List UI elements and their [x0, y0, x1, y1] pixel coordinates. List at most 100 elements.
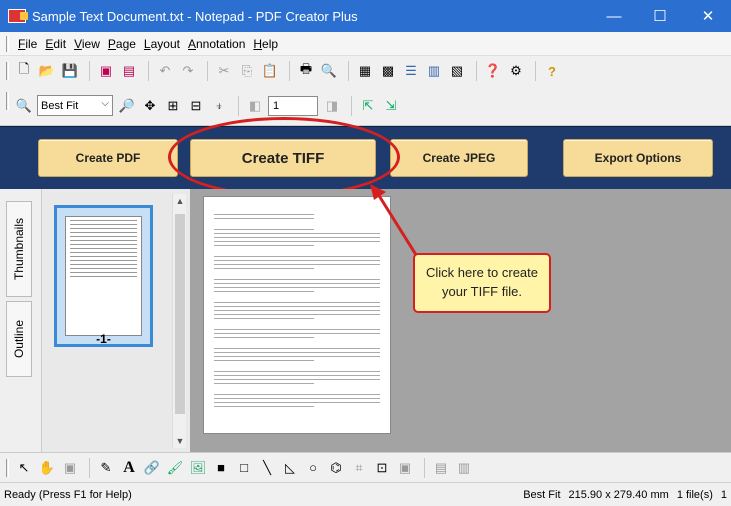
attachment-icon[interactable]: ▣: [395, 458, 415, 478]
rectangle-icon[interactable]: □: [234, 458, 254, 478]
separator: [535, 61, 536, 81]
note-icon[interactable]: ⊡: [372, 458, 392, 478]
status-bar: Ready (Press F1 for Help) Best Fit 215.9…: [0, 482, 731, 506]
undo-icon[interactable]: ↶: [155, 61, 175, 81]
menu-view[interactable]: View: [74, 37, 100, 51]
separator: [148, 61, 149, 81]
stamp-icon[interactable]: ▣: [60, 458, 80, 478]
separator: [289, 61, 290, 81]
ellipse-icon[interactable]: ○: [303, 458, 323, 478]
text-icon[interactable]: A: [119, 458, 139, 478]
help-topics-icon[interactable]: ❓: [483, 61, 503, 81]
page-thumbnail[interactable]: [54, 205, 153, 347]
scroll-down-icon[interactable]: ▼: [173, 436, 187, 446]
separator: [238, 95, 239, 116]
status-page-size: 215.90 x 279.40 mm: [568, 488, 669, 501]
menu-edit[interactable]: Edit: [45, 37, 66, 51]
side-tabs: Thumbnails Outline: [0, 189, 42, 452]
zoom-in-icon[interactable]: 🔎: [117, 96, 137, 116]
move-page-up-icon[interactable]: ⇱: [358, 96, 378, 116]
zoom-toolbar: 🔍 Best Fit ⌵ 🔎 ✥ ⊞ ⊟ ⍖ ◧ 1 ◨ ⇱ ⇲: [0, 86, 731, 126]
toolbar-grip: [6, 92, 9, 110]
save-icon[interactable]: 💾: [60, 61, 80, 81]
separator: [424, 457, 425, 478]
scrollbar-thumb[interactable]: [175, 214, 185, 414]
about-icon[interactable]: ?: [542, 61, 562, 81]
status-text: Ready (Press F1 for Help): [4, 488, 132, 501]
status-page-number: 1: [720, 488, 727, 501]
menu-file[interactable]: File: [18, 37, 37, 51]
paste-icon[interactable]: 📋: [260, 61, 280, 81]
tab-outline[interactable]: Outline: [6, 301, 32, 377]
open-folder-icon[interactable]: 📂: [37, 61, 57, 81]
tab-outline-label: Outline: [12, 319, 26, 359]
thumbnail-label: -1-: [96, 332, 111, 346]
page-number-input[interactable]: 1: [268, 95, 318, 116]
hand-icon[interactable]: ✋: [37, 458, 57, 478]
tiles-view-icon[interactable]: ▩: [378, 61, 398, 81]
menu-layout[interactable]: Layout: [144, 37, 180, 51]
polygon-icon[interactable]: ◺: [280, 458, 300, 478]
separator: [351, 95, 352, 116]
minimize-button[interactable]: —: [591, 0, 637, 32]
thumbnail-page-preview: [65, 216, 142, 336]
maximize-button[interactable]: ☐: [637, 0, 683, 32]
zoom-select[interactable]: Best Fit ⌵: [37, 95, 113, 116]
annotation-properties-icon[interactable]: ▤: [431, 458, 451, 478]
link-icon[interactable]: 🔗: [142, 458, 162, 478]
toolbar-grip: [6, 62, 9, 80]
freeform-icon[interactable]: ⌬: [326, 458, 346, 478]
export-icon[interactable]: ▤: [119, 61, 139, 81]
details-view-icon[interactable]: ▥: [424, 61, 444, 81]
tab-thumbnails[interactable]: Thumbnails: [6, 201, 32, 297]
title-bar: Sample Text Document.txt - Notepad - PDF…: [0, 0, 731, 32]
print-preview-icon[interactable]: 🔍: [319, 61, 339, 81]
status-file-count: 1 file(s): [676, 488, 713, 501]
separator: [348, 61, 349, 81]
fit-width-icon[interactable]: ⊟: [186, 96, 206, 116]
separator: [89, 61, 90, 81]
thumbnail-scrollbar[interactable]: ▲ ▼: [172, 194, 186, 448]
pan-icon[interactable]: ✥: [140, 96, 160, 116]
highlighter-icon[interactable]: 🖌: [165, 458, 185, 478]
fit-height-icon[interactable]: ⍖: [209, 96, 229, 116]
scroll-up-icon[interactable]: ▲: [173, 196, 187, 206]
filled-rectangle-icon[interactable]: ■: [211, 458, 231, 478]
next-page-icon[interactable]: ◨: [322, 96, 342, 116]
move-page-down-icon[interactable]: ⇲: [381, 96, 401, 116]
panel-view-icon[interactable]: ▧: [447, 61, 467, 81]
delete-annotation-icon[interactable]: ▥: [454, 458, 474, 478]
menu-page[interactable]: Page: [108, 37, 136, 51]
create-jpeg-button[interactable]: Create JPEG: [390, 139, 528, 177]
fit-page-icon[interactable]: ⊞: [163, 96, 183, 116]
pencil-icon[interactable]: ✎: [96, 458, 116, 478]
image-icon[interactable]: 🖼: [188, 458, 208, 478]
callout-box: Click here to create your TIFF file.: [413, 253, 551, 313]
app-icon: [8, 9, 28, 23]
list-view-icon[interactable]: ☰: [401, 61, 421, 81]
menu-help[interactable]: Help: [253, 37, 278, 51]
export-options-button[interactable]: Export Options: [563, 139, 713, 177]
toolbar-grip: [6, 459, 9, 477]
tab-thumbnails-label: Thumbnails: [12, 217, 26, 281]
document-page: [203, 196, 391, 434]
separator: [89, 457, 90, 478]
separator: [207, 61, 208, 81]
print-icon[interactable]: 🖶: [296, 61, 316, 81]
copy-icon[interactable]: ⎘: [237, 61, 257, 81]
close-button[interactable]: ✕: [685, 0, 731, 32]
menu-grip: [6, 36, 9, 52]
grid-view-icon[interactable]: ▦: [355, 61, 375, 81]
line-icon[interactable]: ╲: [257, 458, 277, 478]
new-file-icon[interactable]: 🗋: [14, 61, 34, 81]
import-icon[interactable]: ▣: [96, 61, 116, 81]
zoom-out-icon[interactable]: 🔍: [14, 96, 34, 116]
crop-icon[interactable]: ⌗: [349, 458, 369, 478]
previous-page-icon[interactable]: ◧: [245, 96, 265, 116]
create-pdf-button[interactable]: Create PDF: [38, 139, 178, 177]
menu-annotation[interactable]: Annotation: [188, 37, 245, 51]
select-arrow-icon[interactable]: ↖: [14, 458, 34, 478]
redo-icon[interactable]: ↷: [178, 61, 198, 81]
settings-icon[interactable]: ⚙: [506, 61, 526, 81]
cut-icon[interactable]: ✂: [214, 61, 234, 81]
